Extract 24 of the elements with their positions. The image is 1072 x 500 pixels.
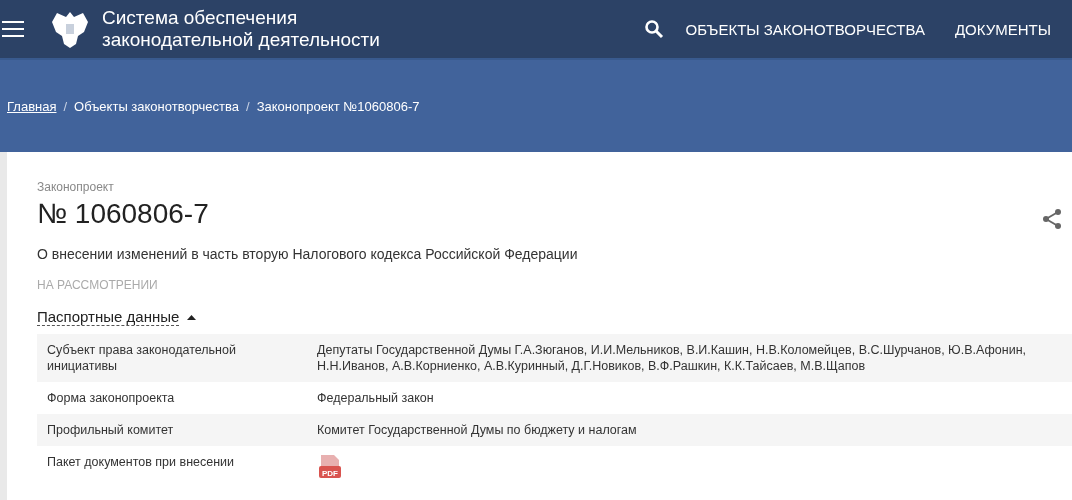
- passport-toggle[interactable]: Паспортные данные: [37, 308, 197, 326]
- bill-number: № 1060806-7: [37, 198, 209, 230]
- breadcrumb-separator: /: [246, 98, 250, 114]
- bill-title: О внесении изменений в часть вторую Налогового кодекса Российской Федерации: [37, 246, 579, 262]
- site-title: законодательной деятельности: [102, 29, 380, 51]
- breadcrumb-item[interactable]: Объекты законотворчества: [74, 98, 240, 114]
- breadcrumb-link[interactable]: Главная: [7, 98, 57, 114]
- breadcrumb-item: Законопроект №1060806-7: [256, 98, 420, 114]
- field-label: Форма законопроекта: [47, 391, 175, 405]
- site-title: Система обеспечения: [102, 7, 299, 29]
- field-value: Депутаты Государственной Думы Г.А.Зюганов, И.И.Мельников, В.И.Кашин, Н.В.Коломейцев, В.С.Шурчанов, Ю.В.Афонин, Н.Н.Иванов, А.В.Корниенко, А.В.Куринный, Д.Г.Новиков, В.Ф.Рашкин, К.К.Тайсаев, М.В.Щапов: [317, 343, 1026, 373]
- nav-link[interactable]: ОБЪЕКТЫ ЗАКОНОТВОРЧЕСТВА: [685, 20, 925, 38]
- caret-icon: [187, 314, 197, 320]
- share-icon[interactable]: [1042, 208, 1062, 230]
- bill-type-label: Законопроект: [37, 180, 115, 194]
- field-label: Профильный комитет: [47, 423, 174, 437]
- field-label: Субъект права законодательной инициативы: [47, 343, 236, 373]
- breadcrumb-separator: /: [63, 98, 68, 114]
- menu-icon[interactable]: [2, 21, 24, 37]
- field-value: Федеральный закон: [317, 391, 434, 405]
- nav-link[interactable]: ДОКУМЕНТЫ: [954, 20, 1051, 38]
- field-value: Комитет Государственной Думы по бюджету и налогам: [317, 423, 637, 437]
- field-label: Пакет документов при внесении: [47, 455, 235, 469]
- bill-status: НА РАССМОТРЕНИИ: [37, 278, 159, 292]
